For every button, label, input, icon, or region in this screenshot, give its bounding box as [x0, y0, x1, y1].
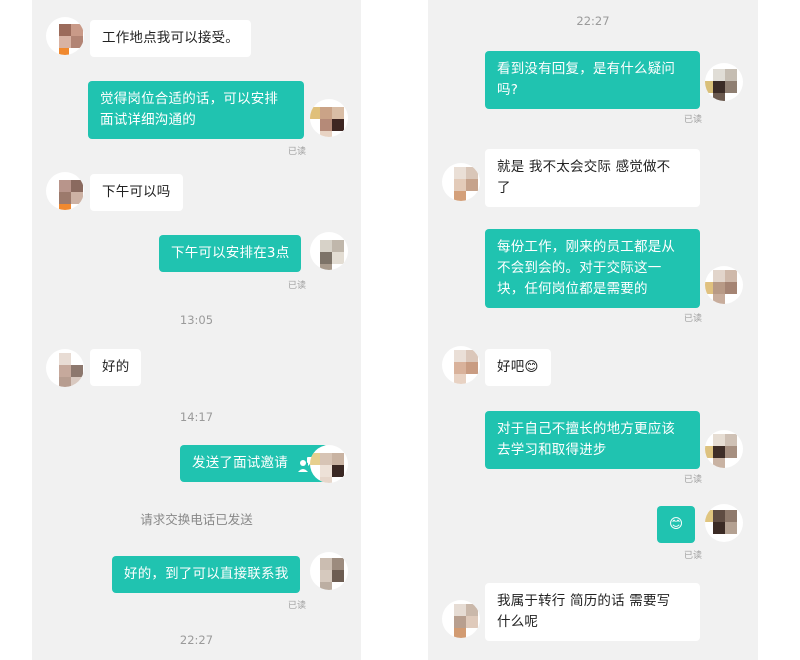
read-receipt: 已读: [684, 314, 703, 324]
avatar[interactable]: [705, 504, 743, 542]
read-receipt: 已读: [684, 551, 703, 561]
message-bubble[interactable]: 😊: [657, 506, 696, 543]
read-receipt: 已读: [288, 281, 307, 291]
read-receipt: 已读: [288, 601, 307, 611]
message-bubble[interactable]: 工作地点我可以接受。: [90, 20, 251, 57]
avatar[interactable]: [442, 600, 480, 638]
timestamp: 13:05: [179, 313, 214, 327]
timestamp: 22:27: [576, 14, 610, 28]
message-bubble[interactable]: 觉得岗位合适的话，可以安排 面试详细沟通的: [88, 81, 304, 139]
message-bubble[interactable]: 看到没有回复，是有什么疑问 吗?: [485, 51, 700, 109]
avatar[interactable]: [310, 99, 348, 137]
avatar[interactable]: [46, 349, 84, 387]
message-bubble[interactable]: 好的: [90, 349, 142, 386]
read-receipt: 已读: [288, 147, 307, 157]
message-bubble[interactable]: 我属于转行 简历的话 需要写 什么呢: [485, 583, 700, 641]
avatar[interactable]: [705, 266, 743, 304]
message-bubble[interactable]: 对于自己不擅长的地方更应该 去学习和取得进步: [485, 411, 700, 469]
timestamp: 22:27: [179, 633, 214, 647]
avatar[interactable]: [310, 552, 348, 590]
chat-panel-left: 工作地点我可以接受。 觉得岗位合适的话，可以安排 面试详细沟通的 已读 下午可以…: [32, 0, 361, 660]
invite-label: 发送了面试邀请: [192, 455, 288, 471]
message-bubble[interactable]: 好的，到了可以直接联系我: [112, 556, 301, 593]
message-bubble[interactable]: 每份工作，刚来的员工都是从 不会到会的。对于交际这一 块，任何岗位都是需要的: [485, 229, 700, 308]
avatar[interactable]: [705, 430, 743, 468]
interview-invite-bubble[interactable]: 发送了面试邀请: [180, 445, 328, 482]
message-bubble[interactable]: 下午可以吗: [90, 174, 183, 211]
avatar[interactable]: [46, 172, 84, 210]
avatar[interactable]: [442, 346, 480, 384]
read-receipt: 已读: [684, 115, 703, 125]
avatar[interactable]: [442, 163, 480, 201]
message-bubble[interactable]: 就是 我不太会交际 感觉做不 了: [485, 149, 700, 207]
avatar[interactable]: [705, 63, 743, 101]
timestamp: 14:17: [179, 410, 214, 424]
avatar[interactable]: [46, 17, 84, 55]
message-bubble[interactable]: 好吧😊: [485, 349, 551, 386]
read-receipt: 已读: [684, 475, 703, 485]
chat-panel-right: 22:27 看到没有回复，是有什么疑问 吗? 已读 就是 我不太会交际 感觉做不…: [428, 0, 758, 660]
message-bubble[interactable]: 下午可以安排在3点: [159, 235, 302, 272]
avatar[interactable]: [310, 445, 348, 483]
system-notice: 请求交换电话已发送: [140, 512, 253, 527]
avatar[interactable]: [310, 232, 348, 270]
